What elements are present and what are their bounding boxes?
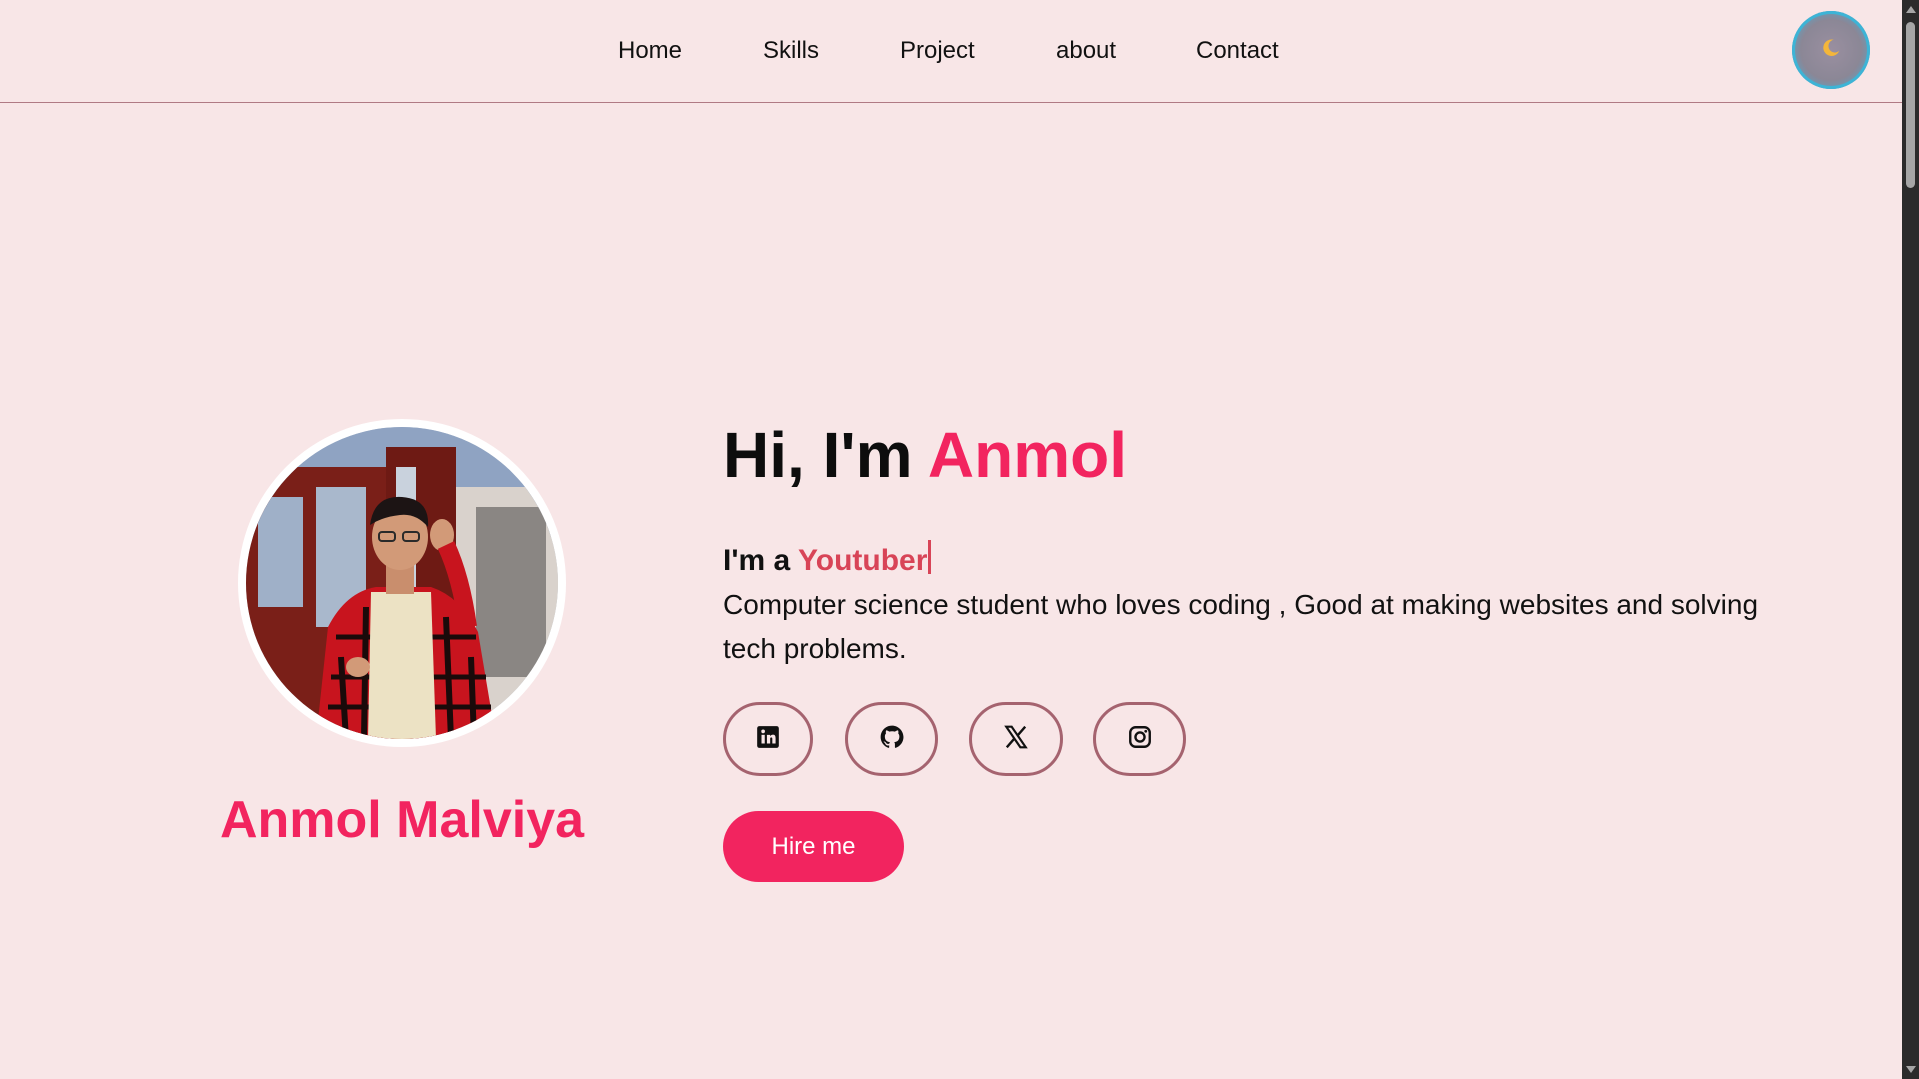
greeting-name: Anmol: [927, 419, 1127, 491]
typing-caret: [928, 540, 932, 574]
scroll-down-arrow-icon[interactable]: [1906, 1066, 1916, 1073]
github-button[interactable]: [845, 702, 938, 776]
theme-toggle-button[interactable]: [1792, 11, 1870, 89]
github-icon: [879, 724, 905, 755]
page-scrollbar[interactable]: [1902, 0, 1919, 1079]
x-icon: [1003, 724, 1029, 755]
nav-link-about[interactable]: about: [1056, 37, 1116, 65]
nav-link-project[interactable]: Project: [900, 37, 975, 65]
avatar-frame: [238, 419, 566, 747]
moon-icon: [1820, 37, 1842, 64]
nav-link-home[interactable]: Home: [618, 37, 682, 65]
role-line: I'm a Youtuber: [723, 540, 932, 578]
instagram-icon: [1127, 724, 1153, 755]
scroll-thumb[interactable]: [1906, 22, 1915, 188]
role-prefix: I'm a: [723, 544, 798, 577]
instagram-button[interactable]: [1093, 702, 1186, 776]
nav-link-skills[interactable]: Skills: [763, 37, 819, 65]
hero-greeting: Hi, I'm Anmol: [723, 418, 1127, 492]
profile-name: Anmol Malviya: [219, 791, 585, 849]
scroll-up-arrow-icon[interactable]: [1906, 6, 1916, 13]
avatar: [246, 427, 558, 739]
linkedin-icon: [755, 724, 781, 755]
nav-link-contact[interactable]: Contact: [1196, 37, 1279, 65]
avatar-photo: [246, 427, 558, 739]
hire-me-button[interactable]: Hire me: [723, 811, 904, 882]
greeting-prefix: Hi, I'm: [723, 419, 928, 491]
x-button[interactable]: [969, 702, 1063, 776]
hero-description: Computer science student who loves codin…: [723, 589, 1759, 664]
navbar: Home Skills Project about Contact: [0, 0, 1902, 103]
linkedin-button[interactable]: [723, 702, 813, 776]
role-text: Youtuber: [797, 544, 928, 577]
